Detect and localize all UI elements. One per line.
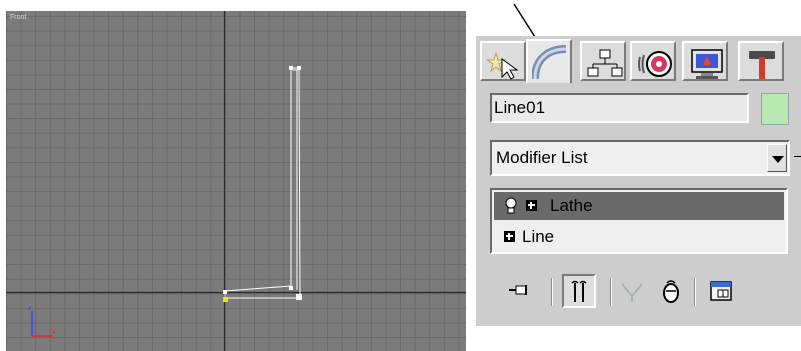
hierarchy-icon xyxy=(587,49,623,77)
modifier-stack-toolbar xyxy=(476,272,801,312)
stack-item-label: Line xyxy=(522,227,555,246)
spline-vertices xyxy=(223,66,302,300)
motion-wheel-icon xyxy=(638,51,672,77)
tab-create[interactable] xyxy=(480,41,526,81)
modifier-list-dropdown[interactable]: Modifier List xyxy=(490,140,790,176)
svg-text:x: x xyxy=(52,329,56,336)
expand-plus-icon[interactable] xyxy=(504,231,515,242)
stack-item-label: Lathe xyxy=(550,196,593,215)
expand-plus-icon[interactable] xyxy=(526,200,537,211)
configure-modifier-sets-icon[interactable] xyxy=(706,276,736,306)
stack-item-lathe[interactable]: Lathe xyxy=(494,192,784,220)
display-monitor-icon xyxy=(691,49,723,79)
remove-modifier-icon[interactable] xyxy=(656,276,686,306)
pin-stack-icon[interactable] xyxy=(506,276,536,306)
tab-display[interactable] xyxy=(682,41,728,81)
side-pointer-line xyxy=(794,156,801,157)
tab-utilities[interactable] xyxy=(738,41,784,81)
command-panel-tabs xyxy=(476,36,801,83)
modifier-stack: Lathe Line xyxy=(490,188,788,254)
chevron-down-icon[interactable] xyxy=(767,144,787,172)
lightbulb-icon[interactable] xyxy=(504,197,518,215)
modifier-list-label: Modifier List xyxy=(496,148,588,167)
show-end-result-icon[interactable] xyxy=(562,274,596,308)
line01-spline xyxy=(224,67,301,299)
front-viewport[interactable]: Front z x xyxy=(6,11,466,351)
toolbar-divider xyxy=(610,278,612,306)
first-vertex xyxy=(223,297,228,302)
tab-modify[interactable] xyxy=(526,39,572,83)
toolbar-divider xyxy=(551,278,553,306)
object-color-swatch[interactable] xyxy=(761,93,789,125)
utilities-hammer-icon xyxy=(749,51,775,79)
svg-text:z: z xyxy=(28,305,32,312)
command-panel: Line01 Modifier List Lathe Line xyxy=(476,36,801,326)
stack-item-line[interactable]: Line xyxy=(494,223,784,251)
toolbar-divider xyxy=(694,278,696,306)
modify-bend-icon xyxy=(532,45,567,80)
make-unique-icon[interactable] xyxy=(618,276,648,306)
axis-tripod-icon: z x xyxy=(28,305,56,337)
tab-motion[interactable] xyxy=(630,41,676,81)
object-name-field[interactable]: Line01 xyxy=(490,93,749,123)
create-star-cursor-icon xyxy=(486,51,519,80)
tab-hierarchy[interactable] xyxy=(580,41,626,81)
viewport-canvas: z x xyxy=(6,11,466,351)
